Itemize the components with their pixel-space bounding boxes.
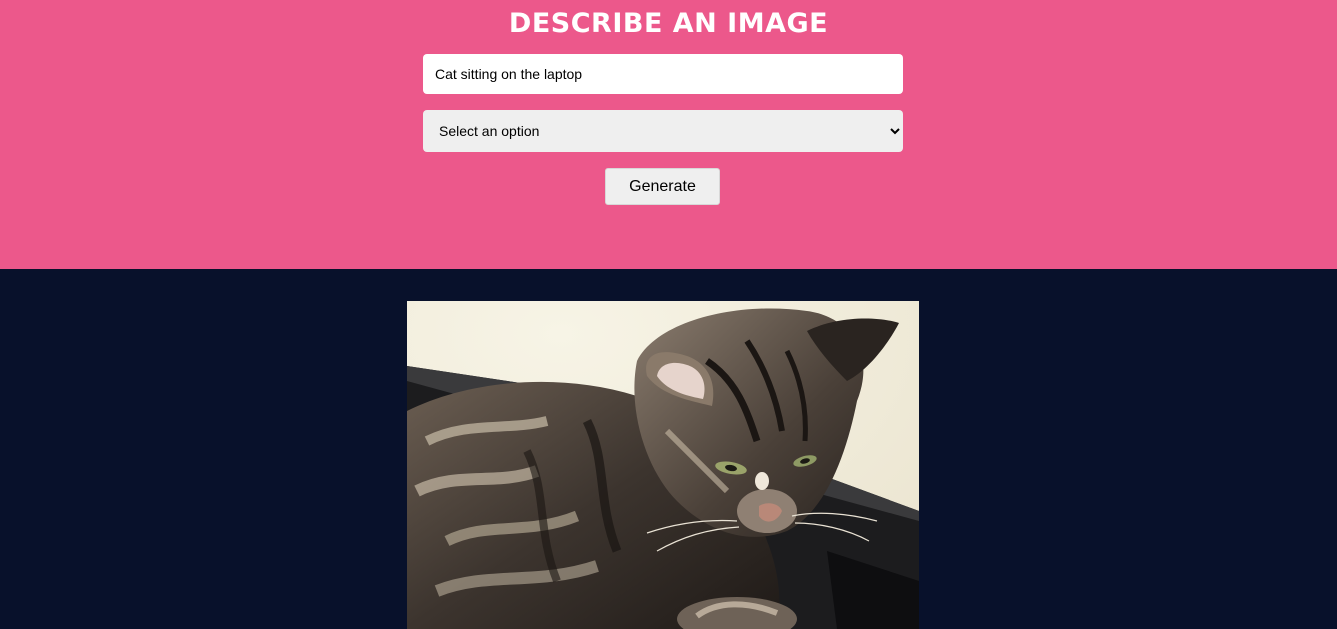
cat-on-laptop-image: [407, 301, 919, 629]
prompt-input[interactable]: [423, 54, 903, 94]
generate-button[interactable]: Generate: [605, 168, 720, 205]
result-section: [0, 269, 1337, 629]
page-title: DESCRIBE AN IMAGE: [508, 8, 829, 39]
header-section: DESCRIBE AN IMAGE Select an option Gener…: [0, 0, 1337, 269]
option-select[interactable]: Select an option: [423, 110, 903, 152]
generated-image: [407, 301, 919, 629]
